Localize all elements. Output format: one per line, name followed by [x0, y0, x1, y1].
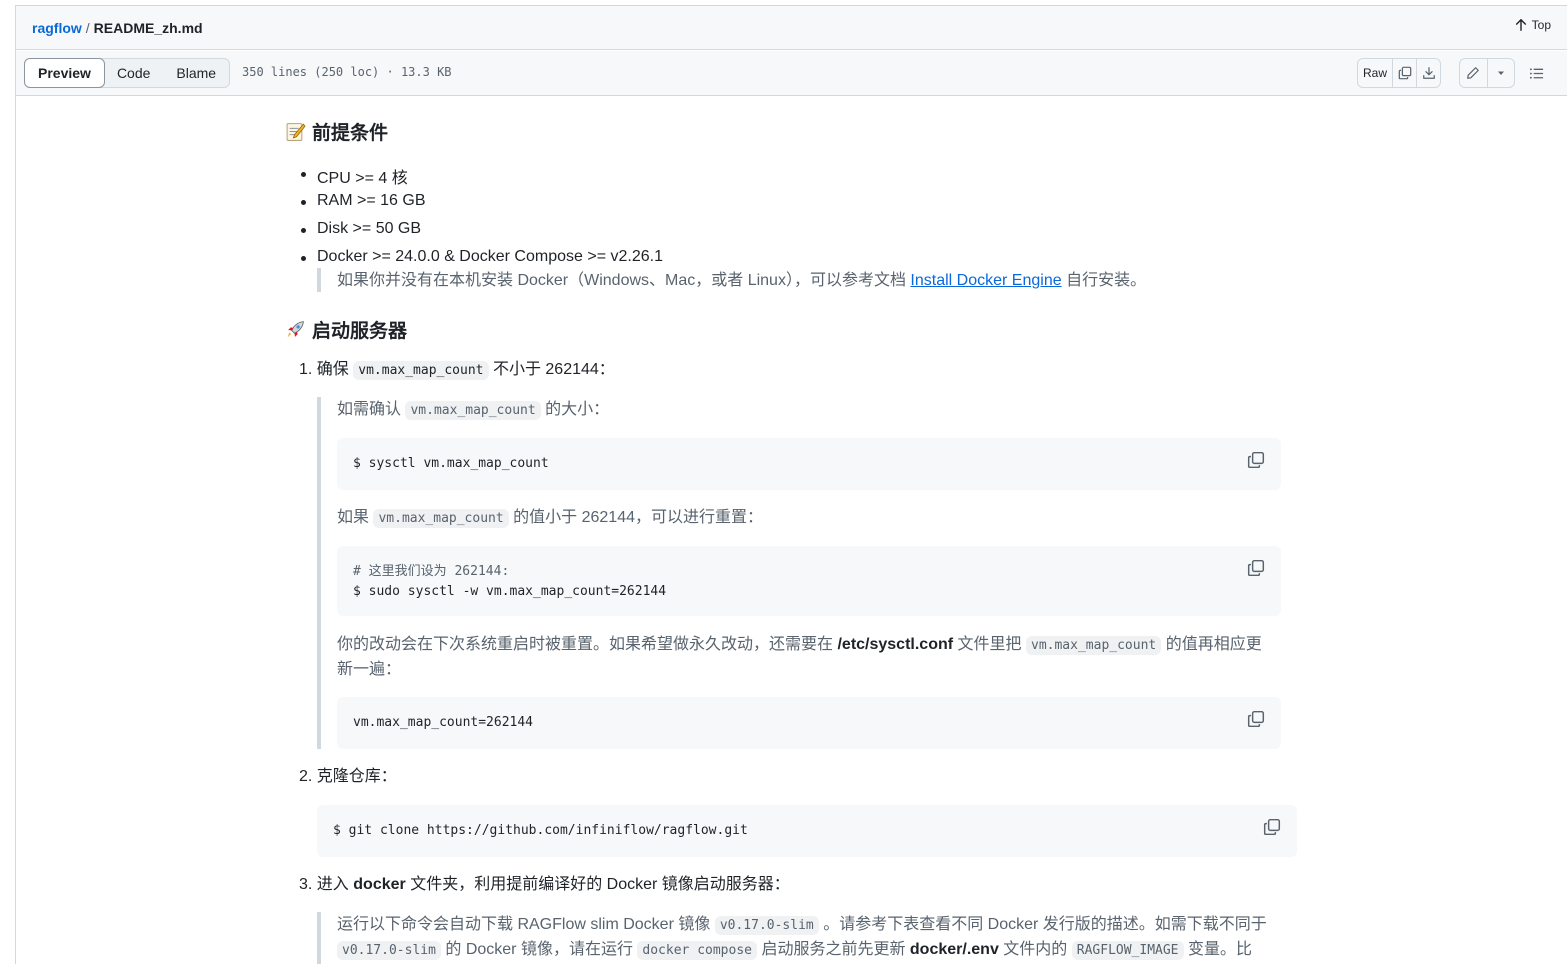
download-button[interactable] — [1416, 59, 1440, 87]
step-2: 2. 克隆仓库： — [299, 765, 397, 789]
edit-group — [1459, 58, 1515, 88]
step-3: 3. 进入 docker 文件夹，利用提前编译好的 Docker 镜像启动服务器… — [299, 873, 790, 897]
code-text: vm.max_map_count=262144 — [353, 715, 534, 730]
step-1: 1. 确保 vm.max_map_count 不小于 262144： — [299, 358, 615, 383]
quote-text: 文件内的 — [1003, 941, 1068, 958]
bold-path: /etc/sysctl.conf — [837, 636, 954, 653]
step-number: 3. — [299, 876, 313, 893]
list-item: RAM >= 16 GB — [301, 192, 426, 209]
caret-down-icon — [1497, 71, 1504, 75]
list-item: CPU >= 4 核 — [301, 164, 408, 188]
top-button-label: Top — [1531, 18, 1551, 32]
breadcrumb-separator: / — [85, 20, 90, 36]
copy-icon[interactable] — [1247, 451, 1265, 469]
step-text: 进入 — [316, 876, 349, 893]
file-info: 350 lines (250 loc) · 13.3 KB — [242, 65, 452, 79]
code-text: $ sysctl vm.max_map_count — [353, 456, 549, 471]
quote-text: 的值再相应更 — [1165, 636, 1262, 653]
code-block: $ git clone https://github.com/infiniflo… — [317, 805, 1297, 857]
quote-text: 变量。比 — [1187, 941, 1252, 958]
pencil-icon — [1467, 67, 1480, 79]
file-toolbar: Preview Code Blame 350 lines (250 loc) ·… — [16, 51, 1567, 96]
breadcrumb-file: README_zh.md — [93, 20, 203, 36]
quote-text: 运行以下命令会自动下载 RAGFlow slim Docker 镜像 — [337, 916, 711, 933]
quote-text: 的大小： — [545, 401, 610, 418]
list-item: Disk >= 50 GB — [300, 220, 422, 237]
arrow-up-icon — [1515, 19, 1526, 31]
inline-code: docker compose — [637, 941, 757, 960]
copy-icon[interactable] — [1263, 818, 1281, 836]
install-docker-engine-link[interactable]: Install Docker Engine — [910, 272, 1061, 289]
quote-text: 如需确认 — [337, 401, 402, 418]
raw-copy-download-group: Raw — [1357, 58, 1441, 88]
copy-icon[interactable] — [1247, 559, 1265, 577]
edit-dropdown-button[interactable] — [1486, 59, 1514, 87]
list-unordered-icon — [1529, 67, 1543, 79]
quote-text: 如果 — [337, 509, 370, 526]
blockquote-bar — [317, 912, 321, 964]
raw-button[interactable]: Raw — [1358, 59, 1392, 87]
quote-paragraph: 如果 vm.max_map_count 的值小于 262144，可以进行重置： — [337, 506, 763, 531]
step-text: 克隆仓库： — [316, 768, 397, 785]
copy-icon — [1398, 66, 1411, 80]
step-text: 不小于 262144： — [492, 361, 615, 378]
step-text: 文件夹，利用提前编译好的 Docker 镜像启动服务器： — [410, 876, 790, 893]
quote-text: 文件里把 — [957, 636, 1022, 653]
tab-blame[interactable]: Blame — [163, 59, 229, 87]
code-block: vm.max_map_count=262144 — [337, 697, 1281, 749]
outline-button[interactable] — [1524, 61, 1548, 85]
code-text: $ sudo sysctl -w vm.max_map_count=262144 — [353, 584, 667, 599]
download-icon — [1422, 67, 1435, 79]
tab-preview[interactable]: Preview — [24, 58, 105, 88]
note-text: 如果你并没有在本机安装 Docker（Windows、Mac，或者 Linux）… — [337, 272, 906, 289]
quote-text: 新一遍： — [337, 661, 402, 678]
prereq-heading-text: 前提条件 — [312, 123, 389, 144]
quote-paragraph: 如需确认 vm.max_map_count 的大小： — [337, 398, 609, 423]
edit-button[interactable] — [1460, 59, 1487, 87]
start-server-heading-text: 启动服务器 — [312, 321, 408, 342]
quote-text: 的 Docker 镜像，请在运行 — [445, 941, 633, 958]
blockquote-bar — [317, 397, 321, 749]
file-header: ragflow / README_zh.md Top — [16, 6, 1567, 50]
inline-code: vm.max_map_count — [373, 509, 509, 528]
docker-install-note: 如果你并没有在本机安装 Docker（Windows、Mac，或者 Linux）… — [337, 269, 1146, 293]
quote-paragraph: 运行以下命令会自动下载 RAGFlow slim Docker 镜像 v0.17… — [337, 913, 1281, 963]
quote-text: 你的改动会在下次系统重启时被重置。如果希望做永久改动，还需要在 — [337, 636, 834, 653]
blockquote-bar — [317, 268, 321, 292]
inline-code: vm.max_map_count — [405, 401, 541, 420]
code-block: $ sysctl vm.max_map_count — [337, 438, 1281, 490]
rocket-icon — [287, 321, 304, 338]
quote-text: 启动服务之前先更新 — [761, 941, 906, 958]
quote-text: 的值小于 262144，可以进行重置： — [513, 509, 763, 526]
code-comment: # 这里我们设为 262144: — [353, 564, 510, 579]
code-text: $ git clone https://github.com/infiniflo… — [333, 823, 748, 838]
inline-code: v0.17.0-slim — [337, 941, 441, 960]
memo-icon — [286, 123, 306, 141]
bold-path: docker/.env — [909, 941, 999, 958]
view-mode-segmented-control: Preview Code Blame — [24, 58, 231, 88]
breadcrumb-repo-link[interactable]: ragflow — [32, 20, 82, 36]
breadcrumb: ragflow / README_zh.md — [32, 20, 203, 36]
note-text: 自行安装。 — [1066, 272, 1147, 289]
inline-code: RAGFLOW_IMAGE — [1071, 941, 1184, 960]
code-block: # 这里我们设为 262144: $ sudo sysctl -w vm.max… — [337, 546, 1281, 616]
top-button[interactable]: Top — [1514, 18, 1551, 32]
tab-code[interactable]: Code — [104, 59, 163, 87]
inline-code: v0.17.0-slim — [714, 916, 819, 935]
step-number: 1. — [299, 361, 313, 378]
inline-code: vm.max_map_count — [1026, 636, 1162, 655]
quote-text: 。请参考下表查看不同 Docker 发行版的描述。如需下载不同于 — [823, 916, 1267, 933]
step-text: 确保 — [316, 361, 349, 378]
step-number: 2. — [299, 768, 313, 785]
start-server-heading: 启动服务器 — [285, 316, 407, 343]
quote-paragraph: 你的改动会在下次系统重启时被重置。如果希望做永久改动，还需要在 /etc/sys… — [337, 633, 1281, 682]
prereq-heading: 前提条件 — [285, 118, 388, 145]
bold-text: docker — [353, 876, 406, 893]
copy-raw-button[interactable] — [1392, 59, 1416, 87]
copy-icon[interactable] — [1247, 710, 1265, 728]
inline-code: vm.max_map_count — [353, 361, 489, 380]
list-item: Docker >= 24.0.0 & Docker Compose >= v2.… — [301, 248, 663, 265]
